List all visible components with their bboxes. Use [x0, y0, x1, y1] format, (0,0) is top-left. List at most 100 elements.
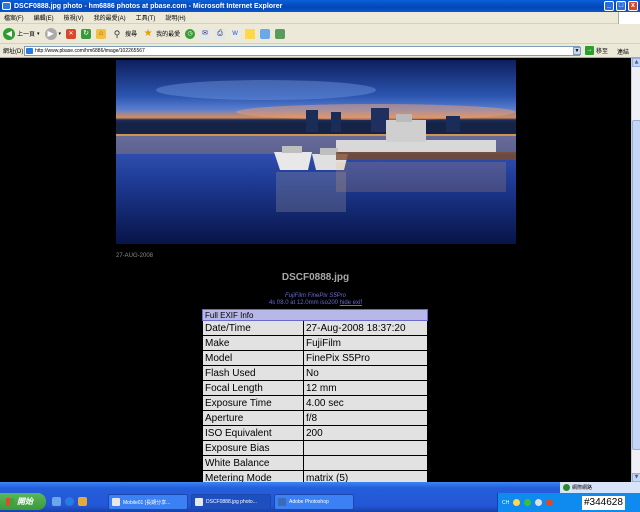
window-titlebar[interactable]: DSCF0888.jpg photo - hm6886 photos at pb… — [0, 0, 640, 12]
exif-key: Exposure Bias — [202, 440, 304, 456]
photo-svg — [116, 60, 516, 244]
menu-file[interactable]: 檔案(F) — [4, 13, 24, 22]
vertical-scrollbar[interactable]: ▲ ▼ — [631, 58, 640, 482]
menu-view[interactable]: 檢視(V) — [64, 13, 84, 22]
back-button[interactable]: ◀ 上一頁 ▾ — [3, 27, 40, 40]
maximize-button[interactable]: □ — [616, 1, 626, 11]
task-ie-photo[interactable]: DSCF0888.jpg photo... — [191, 494, 271, 510]
menu-favorites[interactable]: 我的最愛(A) — [94, 13, 126, 22]
exif-table: Full EXIF Info Date/Time 27-Aug-2008 18:3… — [202, 309, 428, 482]
go-arrow-icon: → — [585, 46, 594, 55]
task-photoshop[interactable]: Adobe Photoshop — [274, 494, 354, 510]
window-title: DSCF0888.jpg photo - hm6886 photos at pb… — [14, 2, 283, 10]
research-icon[interactable] — [275, 28, 286, 39]
exif-key: Flash Used — [202, 365, 304, 381]
search-label: 搜尋 — [125, 32, 138, 38]
scroll-down-icon[interactable]: ▼ — [632, 473, 640, 482]
task-mobile01[interactable]: Mobile01 [長期分享... — [108, 494, 188, 510]
table-row: Flash Used No — [202, 365, 428, 381]
table-row: Make FujiFilm — [202, 335, 428, 351]
exif-value: matrix (5) — [303, 470, 428, 482]
tray-icon[interactable] — [546, 499, 554, 506]
table-row: Metering Mode matrix (5) — [202, 470, 428, 482]
exif-value: 200 — [303, 425, 428, 441]
task-label: DSCF0888.jpg photo... — [206, 499, 257, 505]
toolbar: ◀ 上一頁 ▾ ▶ ▾ ✕ ↻ ⌂ ⚲ 搜尋 ★ 我的最愛 ◷ ✉ ⎙ W — [0, 24, 640, 44]
menu-help[interactable]: 說明(H) — [165, 13, 185, 22]
network-label: 網際網路 — [572, 485, 593, 491]
exif-value: 27-Aug-2008 18:37:20 — [303, 320, 428, 336]
exif-value: FinePix S5Pro — [303, 350, 428, 366]
exif-value: FujiFilm — [303, 335, 428, 351]
start-label: 開始 — [17, 497, 33, 506]
links-button[interactable]: 連結 — [617, 47, 629, 56]
menu-edit[interactable]: 編輯(E) — [34, 13, 54, 22]
exif-key: Date/Time — [202, 320, 304, 336]
favorites-button[interactable]: ★ 我的最愛 — [142, 27, 181, 40]
scroll-up-icon[interactable]: ▲ — [632, 58, 640, 67]
clock-watermark: #344628 — [582, 496, 625, 510]
menu-bar: 檔案(F) 編輯(E) 檢視(V) 我的最愛(A) 工具(T) 說明(H) — [0, 12, 640, 24]
exif-value: f/8 — [303, 410, 428, 426]
table-row: Focal Length 12 mm — [202, 380, 428, 396]
back-arrow-icon: ◀ — [3, 27, 15, 40]
go-label: 移至 — [596, 49, 609, 55]
photo-date: 27-AUG-2008 — [116, 253, 154, 259]
favorites-label: 我的最愛 — [156, 32, 181, 38]
page-icon — [26, 48, 33, 54]
address-dropdown-icon[interactable]: ▼ — [573, 47, 581, 55]
table-row: White Balance — [202, 455, 428, 471]
discuss-icon[interactable] — [245, 28, 256, 39]
back-dropdown-icon[interactable]: ▾ — [37, 31, 40, 37]
photo-image[interactable] — [116, 60, 516, 244]
task-label: Adobe Photoshop — [289, 499, 329, 505]
language-bar[interactable]: 網際網路 — [560, 482, 640, 493]
messenger-icon[interactable] — [260, 28, 271, 39]
history-icon[interactable]: ◷ — [185, 28, 196, 39]
exif-value: 12 mm — [303, 380, 428, 396]
search-button[interactable]: ⚲ 搜尋 — [111, 28, 137, 40]
address-input[interactable]: http://www.pbase.com/hm6886/image/102265… — [24, 46, 580, 56]
edit-icon[interactable]: W — [230, 28, 241, 39]
minimize-button[interactable]: _ — [604, 1, 614, 11]
exposure-summary: 4s f/8.0 at 12.0mm iso200 — [268, 300, 338, 306]
taskbar: 網際網路 開始 Mobile01 [長期分享... DSCF0888.jpg p… — [0, 482, 640, 512]
menu-tools[interactable]: 工具(T) — [136, 13, 156, 22]
exif-header: Full EXIF Info — [202, 309, 428, 321]
exif-key: Exposure Time — [202, 395, 304, 411]
favorites-star-icon: ★ — [143, 27, 153, 39]
windows-logo-icon — [618, 12, 640, 24]
print-icon[interactable]: ⎙ — [215, 28, 226, 39]
stop-icon[interactable]: ✕ — [66, 28, 77, 39]
hide-exif-link[interactable]: hide exif — [340, 300, 362, 306]
table-row: Exposure Bias — [202, 440, 428, 456]
ie-quicklaunch-icon[interactable] — [65, 497, 74, 506]
table-row: Date/Time 27-Aug-2008 18:37:20 — [202, 320, 428, 336]
forward-dropdown-icon[interactable]: ▾ — [59, 31, 62, 37]
home-icon[interactable]: ⌂ — [96, 28, 107, 39]
forward-button[interactable]: ▶ ▾ — [44, 27, 62, 40]
exposure-settings: 4s f/8.0 at 12.0mm iso200 hide exif — [0, 300, 631, 306]
go-button[interactable]: → 移至 — [585, 46, 608, 55]
refresh-icon[interactable]: ↻ — [81, 28, 92, 39]
start-button[interactable]: 開始 — [0, 493, 46, 510]
desktop-icon[interactable] — [52, 497, 61, 506]
exif-value — [303, 440, 428, 456]
camera-link[interactable]: FujiFilm FinePix S5Pro — [0, 293, 631, 299]
page-content: 27-AUG-2008 DSCF0888.jpg FujiFilm FinePi… — [0, 58, 631, 482]
language-indicator[interactable]: CH — [502, 500, 509, 506]
exif-value — [303, 455, 428, 471]
address-url: http://www.pbase.com/hm6886/image/102265… — [35, 48, 145, 54]
tray-icon[interactable] — [513, 499, 521, 506]
back-label: 上一頁 — [17, 32, 36, 38]
tray-icon[interactable] — [535, 499, 543, 506]
exif-key: Focal Length — [202, 380, 304, 396]
table-row: Exposure Time 4.00 sec — [202, 395, 428, 411]
media-icon[interactable] — [78, 497, 87, 506]
task-icon — [112, 498, 120, 506]
tray-icon[interactable] — [524, 499, 532, 506]
mail-icon[interactable]: ✉ — [200, 28, 211, 39]
exif-key: Aperture — [202, 410, 304, 426]
close-button[interactable]: x — [628, 1, 638, 11]
scroll-thumb[interactable] — [632, 120, 640, 450]
